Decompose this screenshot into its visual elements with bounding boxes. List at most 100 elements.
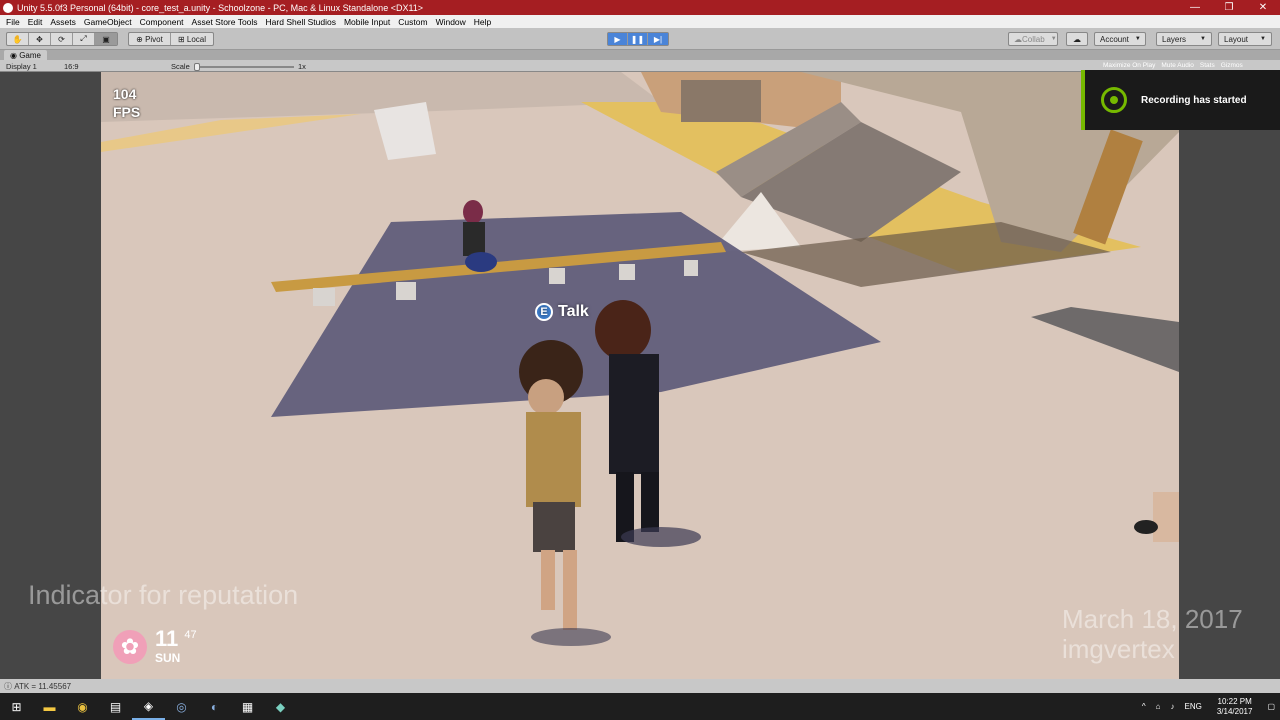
rect-tool-button[interactable]: ▣: [95, 33, 117, 45]
clock-time: 10:22 PM: [1217, 696, 1252, 706]
rotate-icon: ⟳: [58, 34, 65, 44]
console-status-bar[interactable]: ⓘ ATK = 11.45567: [0, 679, 1280, 693]
move-icon: ✥: [36, 34, 43, 44]
npc-boy-jacket: [609, 354, 659, 474]
scale-tool-button[interactable]: ⤢: [73, 33, 95, 45]
pivot-button[interactable]: ⊕ Pivot: [129, 33, 171, 45]
day-block: 11 SUN: [155, 627, 180, 666]
maximize-button[interactable]: ❐: [1212, 0, 1246, 15]
npc-boy-hair: [595, 300, 651, 360]
file-explorer-button[interactable]: ▬: [33, 693, 66, 720]
npc-girl-body: [463, 222, 485, 256]
recording-icon: [1101, 87, 1127, 113]
steam-button[interactable]: ◐: [198, 693, 231, 720]
app-icon: ▤: [109, 699, 122, 714]
npc-shadow: [621, 527, 701, 547]
menu-custom[interactable]: Custom: [394, 17, 431, 27]
language-indicator[interactable]: ENG: [1185, 702, 1202, 711]
hand-tool-button[interactable]: ✋: [7, 33, 29, 45]
bench-leg: [549, 268, 565, 284]
unity-taskbar-button[interactable]: ◈: [132, 693, 165, 720]
start-button[interactable]: ⊞: [0, 693, 33, 720]
talk-label: Talk: [558, 303, 589, 320]
calculator-icon: ▦: [241, 699, 254, 714]
pivot-group: ⊕ Pivot ⊞ Local: [128, 32, 214, 46]
menu-assets[interactable]: Assets: [46, 17, 80, 27]
npc-boy-leg: [641, 472, 659, 532]
pause-button[interactable]: ❚❚: [628, 33, 648, 45]
rotate-tool-button[interactable]: ⟳: [51, 33, 73, 45]
collab-icon: ☁: [1014, 34, 1022, 44]
maximize-on-play-toggle[interactable]: Maximize On Play: [1103, 62, 1155, 69]
scale-value: 1x: [298, 62, 306, 71]
watermark-name: imgvertex: [1062, 634, 1175, 664]
game-tab[interactable]: ◉ Game: [4, 50, 47, 60]
offscreen-npc-shoe: [1134, 520, 1158, 534]
move-tool-button[interactable]: ✥: [29, 33, 51, 45]
calendar-hud: ✿ 11 SUN 47: [113, 627, 197, 665]
menu-hard-shell-studios[interactable]: Hard Shell Studios: [262, 17, 340, 27]
player-leg: [541, 550, 555, 610]
app-button[interactable]: ◆: [264, 693, 297, 720]
folder-icon: ▬: [43, 699, 56, 714]
app-icon: ◆: [275, 699, 286, 714]
app-icon: ◎: [176, 699, 187, 714]
reputation-annotation: Indicator for reputation: [28, 580, 299, 610]
menu-mobile-input[interactable]: Mobile Input: [340, 17, 394, 27]
play-button[interactable]: ▶: [608, 33, 628, 45]
display-dropdown[interactable]: Display 1: [6, 62, 37, 71]
layers-dropdown[interactable]: Layers ▼: [1156, 32, 1212, 46]
game-view-options: Maximize On Play Mute Audio Stats Gizmos: [1103, 62, 1243, 69]
talk-prompt[interactable]: E Talk: [535, 303, 589, 321]
notifications-icon[interactable]: ▢: [1267, 702, 1275, 711]
menu-component[interactable]: Component: [136, 17, 188, 27]
clock[interactable]: 10:22 PM 3/14/2017: [1217, 697, 1253, 717]
menu-help[interactable]: Help: [470, 17, 495, 27]
system-tray: ^ ⌂ ♪ ENG 10:22 PM 3/14/2017 ▢: [1137, 693, 1280, 720]
step-button[interactable]: ▶|: [648, 33, 668, 45]
unity-logo-icon: [3, 2, 13, 13]
account-dropdown[interactable]: Account ▼: [1094, 32, 1146, 46]
player-face: [528, 379, 564, 415]
volume-icon[interactable]: ♪: [1171, 702, 1175, 711]
menu-edit[interactable]: Edit: [24, 17, 47, 27]
info-icon: ⓘ: [4, 681, 15, 691]
chrome-icon: ◉: [77, 699, 88, 714]
game-tab-strip: ◉ Game: [0, 50, 1280, 60]
cloud-icon: ☁: [1073, 34, 1081, 44]
menu-file[interactable]: File: [2, 17, 24, 27]
menu-asset-store-tools[interactable]: Asset Store Tools: [188, 17, 262, 27]
minimize-button[interactable]: —: [1178, 0, 1212, 15]
menu-window[interactable]: Window: [432, 17, 470, 27]
step-icon: ▶|: [653, 34, 663, 44]
local-button[interactable]: ⊞ Local: [171, 33, 213, 45]
cloud-button[interactable]: ☁: [1066, 32, 1088, 46]
gizmos-dropdown[interactable]: Gizmos: [1221, 62, 1243, 69]
app-button[interactable]: ▤: [99, 693, 132, 720]
time-minutes: 47: [184, 629, 197, 641]
chrome-button[interactable]: ◉: [66, 693, 99, 720]
scale-slider-handle[interactable]: [194, 63, 200, 71]
offscreen-npc-leg: [1153, 492, 1179, 542]
scale-icon: ⤢: [80, 34, 87, 43]
network-icon[interactable]: ⌂: [1156, 702, 1161, 711]
layout-dropdown[interactable]: Layout ▼: [1218, 32, 1272, 46]
clock-date: 3/14/2017: [1216, 706, 1253, 716]
toolbar: ✋ ✥ ⟳ ⤢ ▣ ⊕ Pivot ⊞ Local ▶ ❚❚ ▶| ☁ Colla…: [0, 28, 1280, 50]
steam-icon: ◐: [210, 699, 219, 714]
mute-audio-toggle[interactable]: Mute Audio: [1161, 62, 1194, 69]
bench-leg: [684, 260, 698, 276]
aspect-dropdown[interactable]: 16:9: [64, 62, 79, 71]
game-icon: ◉: [10, 50, 20, 60]
close-button[interactable]: ✕: [1246, 0, 1280, 15]
collab-dropdown[interactable]: ☁ Collab ▼: [1008, 32, 1058, 46]
scale-slider-track[interactable]: [194, 66, 294, 68]
app-button[interactable]: ◎: [165, 693, 198, 720]
stats-toggle[interactable]: Stats: [1200, 62, 1215, 69]
menu-bar: File Edit Assets GameObject Component As…: [0, 15, 1280, 28]
chevron-up-icon[interactable]: ^: [1142, 702, 1146, 711]
calculator-button[interactable]: ▦: [231, 693, 264, 720]
menu-gameobject[interactable]: GameObject: [80, 17, 136, 27]
windows-taskbar: ⊞ ▬ ◉ ▤ ◈ ◎ ◐ ▦ ◆ ^ ⌂ ♪ ENG 10:22 PM 3/1…: [0, 693, 1280, 720]
bench-leg: [396, 282, 416, 300]
